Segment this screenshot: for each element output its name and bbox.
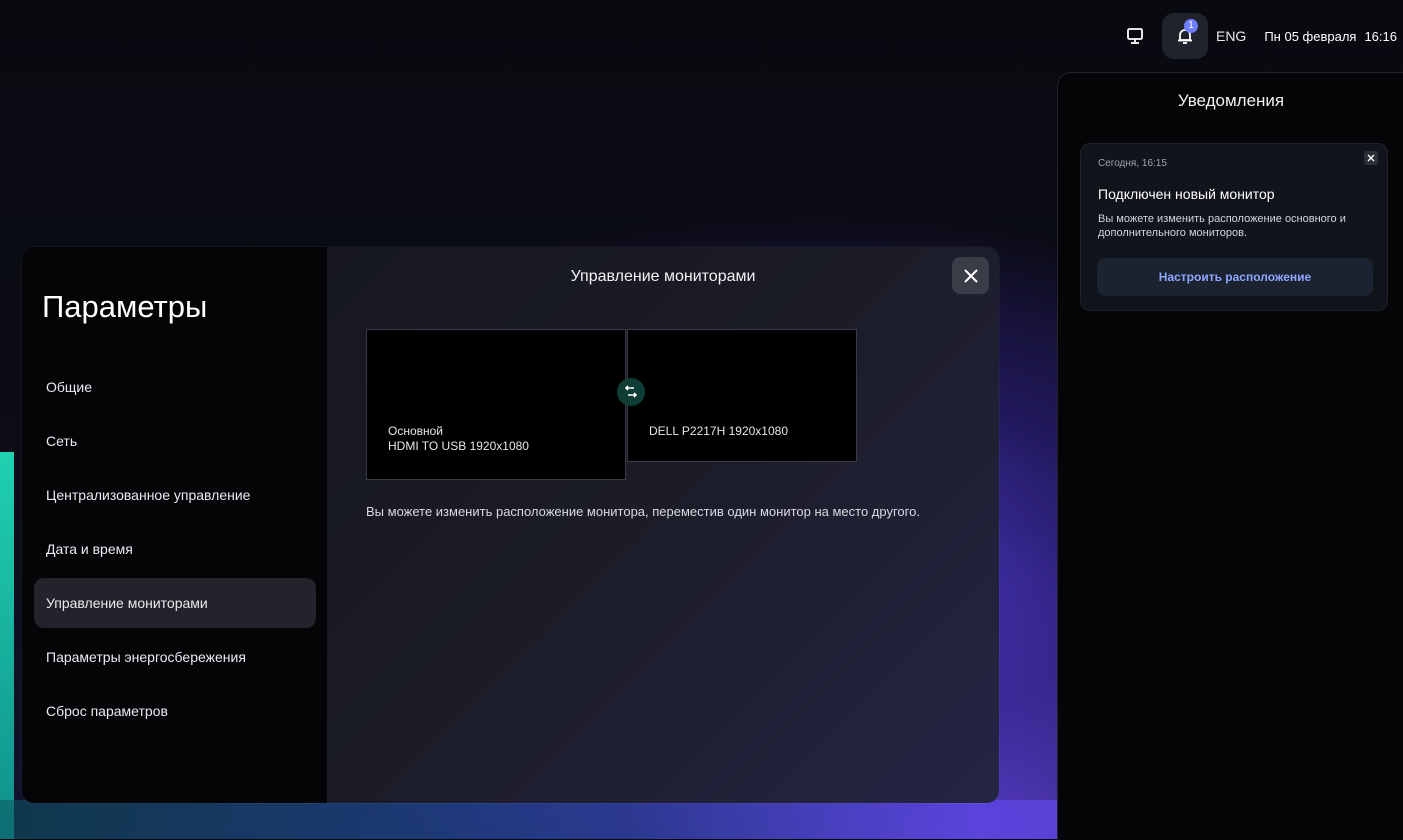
primary-monitor-name: HDMI TO USB 1920x1080: [388, 439, 529, 453]
notification-panel-title: Уведомления: [1177, 91, 1285, 110]
secondary-monitor-name: DELL P2217H 1920x1080: [649, 424, 788, 438]
close-button[interactable]: [952, 257, 989, 294]
settings-sidebar: Параметры Общие Сеть Централизованное уп…: [22, 247, 327, 803]
language-indicator[interactable]: ENG: [1216, 28, 1246, 44]
display-button[interactable]: [1116, 17, 1154, 55]
notification-panel: Уведомления Сегодня, 16:15 Подключен нов…: [1057, 72, 1403, 840]
notifications-button[interactable]: 1: [1161, 13, 1208, 59]
page-title: Управление мониторами: [570, 268, 756, 285]
primary-monitor-tile[interactable]: Основной HDMI TO USB 1920x1080: [366, 329, 626, 480]
monitor-hint-text: Вы можете изменить расположение монитора…: [366, 504, 920, 519]
configure-layout-button[interactable]: Настроить расположение: [1097, 258, 1373, 296]
monitors-content: Управление мониторами Основной HDMI TO U…: [327, 247, 999, 803]
nav-item-monitors[interactable]: Управление мониторами: [34, 578, 316, 628]
swap-arrows-icon: [624, 385, 638, 398]
secondary-monitor-tile[interactable]: DELL P2217H 1920x1080: [627, 329, 857, 462]
top-bar: 1 ENG Пн 05 февраля 16:16: [1116, 12, 1403, 60]
close-icon: [1367, 154, 1375, 162]
wallpaper-accent: [0, 452, 14, 839]
swap-monitors-button[interactable]: [617, 378, 645, 406]
notification-card: Сегодня, 16:15 Подключен новый монитор В…: [1080, 143, 1388, 311]
monitor-icon: [1127, 28, 1143, 44]
nav-item-power-saving[interactable]: Параметры энергосбережения: [34, 632, 316, 682]
nav-item-central-management[interactable]: Централизованное управление: [34, 470, 316, 520]
notification-count-badge: 1: [1183, 19, 1198, 33]
primary-monitor-label: Основной HDMI TO USB 1920x1080: [388, 424, 529, 454]
settings-title: Параметры: [42, 289, 208, 324]
clock-label: 16:16: [1364, 28, 1397, 44]
primary-monitor-role: Основной: [388, 424, 444, 438]
notification-body: Вы можете изменить расположение основног…: [1098, 213, 1346, 239]
notification-time: Сегодня, 16:15: [1098, 158, 1167, 169]
date-label: Пн 05 февраля: [1264, 28, 1357, 44]
wallpaper-glow: [0, 800, 1060, 839]
nav-item-reset[interactable]: Сброс параметров: [34, 686, 316, 736]
settings-window: Параметры Общие Сеть Централизованное уп…: [22, 247, 999, 803]
close-icon: [963, 268, 978, 283]
nav-item-general[interactable]: Общие: [34, 362, 316, 412]
dismiss-notification-button[interactable]: [1364, 151, 1378, 165]
nav-item-network[interactable]: Сеть: [34, 416, 316, 466]
notification-heading: Подключен новый монитор: [1098, 186, 1275, 202]
settings-nav: Общие Сеть Централизованное управление Д…: [34, 362, 316, 740]
nav-item-date-time[interactable]: Дата и время: [34, 524, 316, 574]
